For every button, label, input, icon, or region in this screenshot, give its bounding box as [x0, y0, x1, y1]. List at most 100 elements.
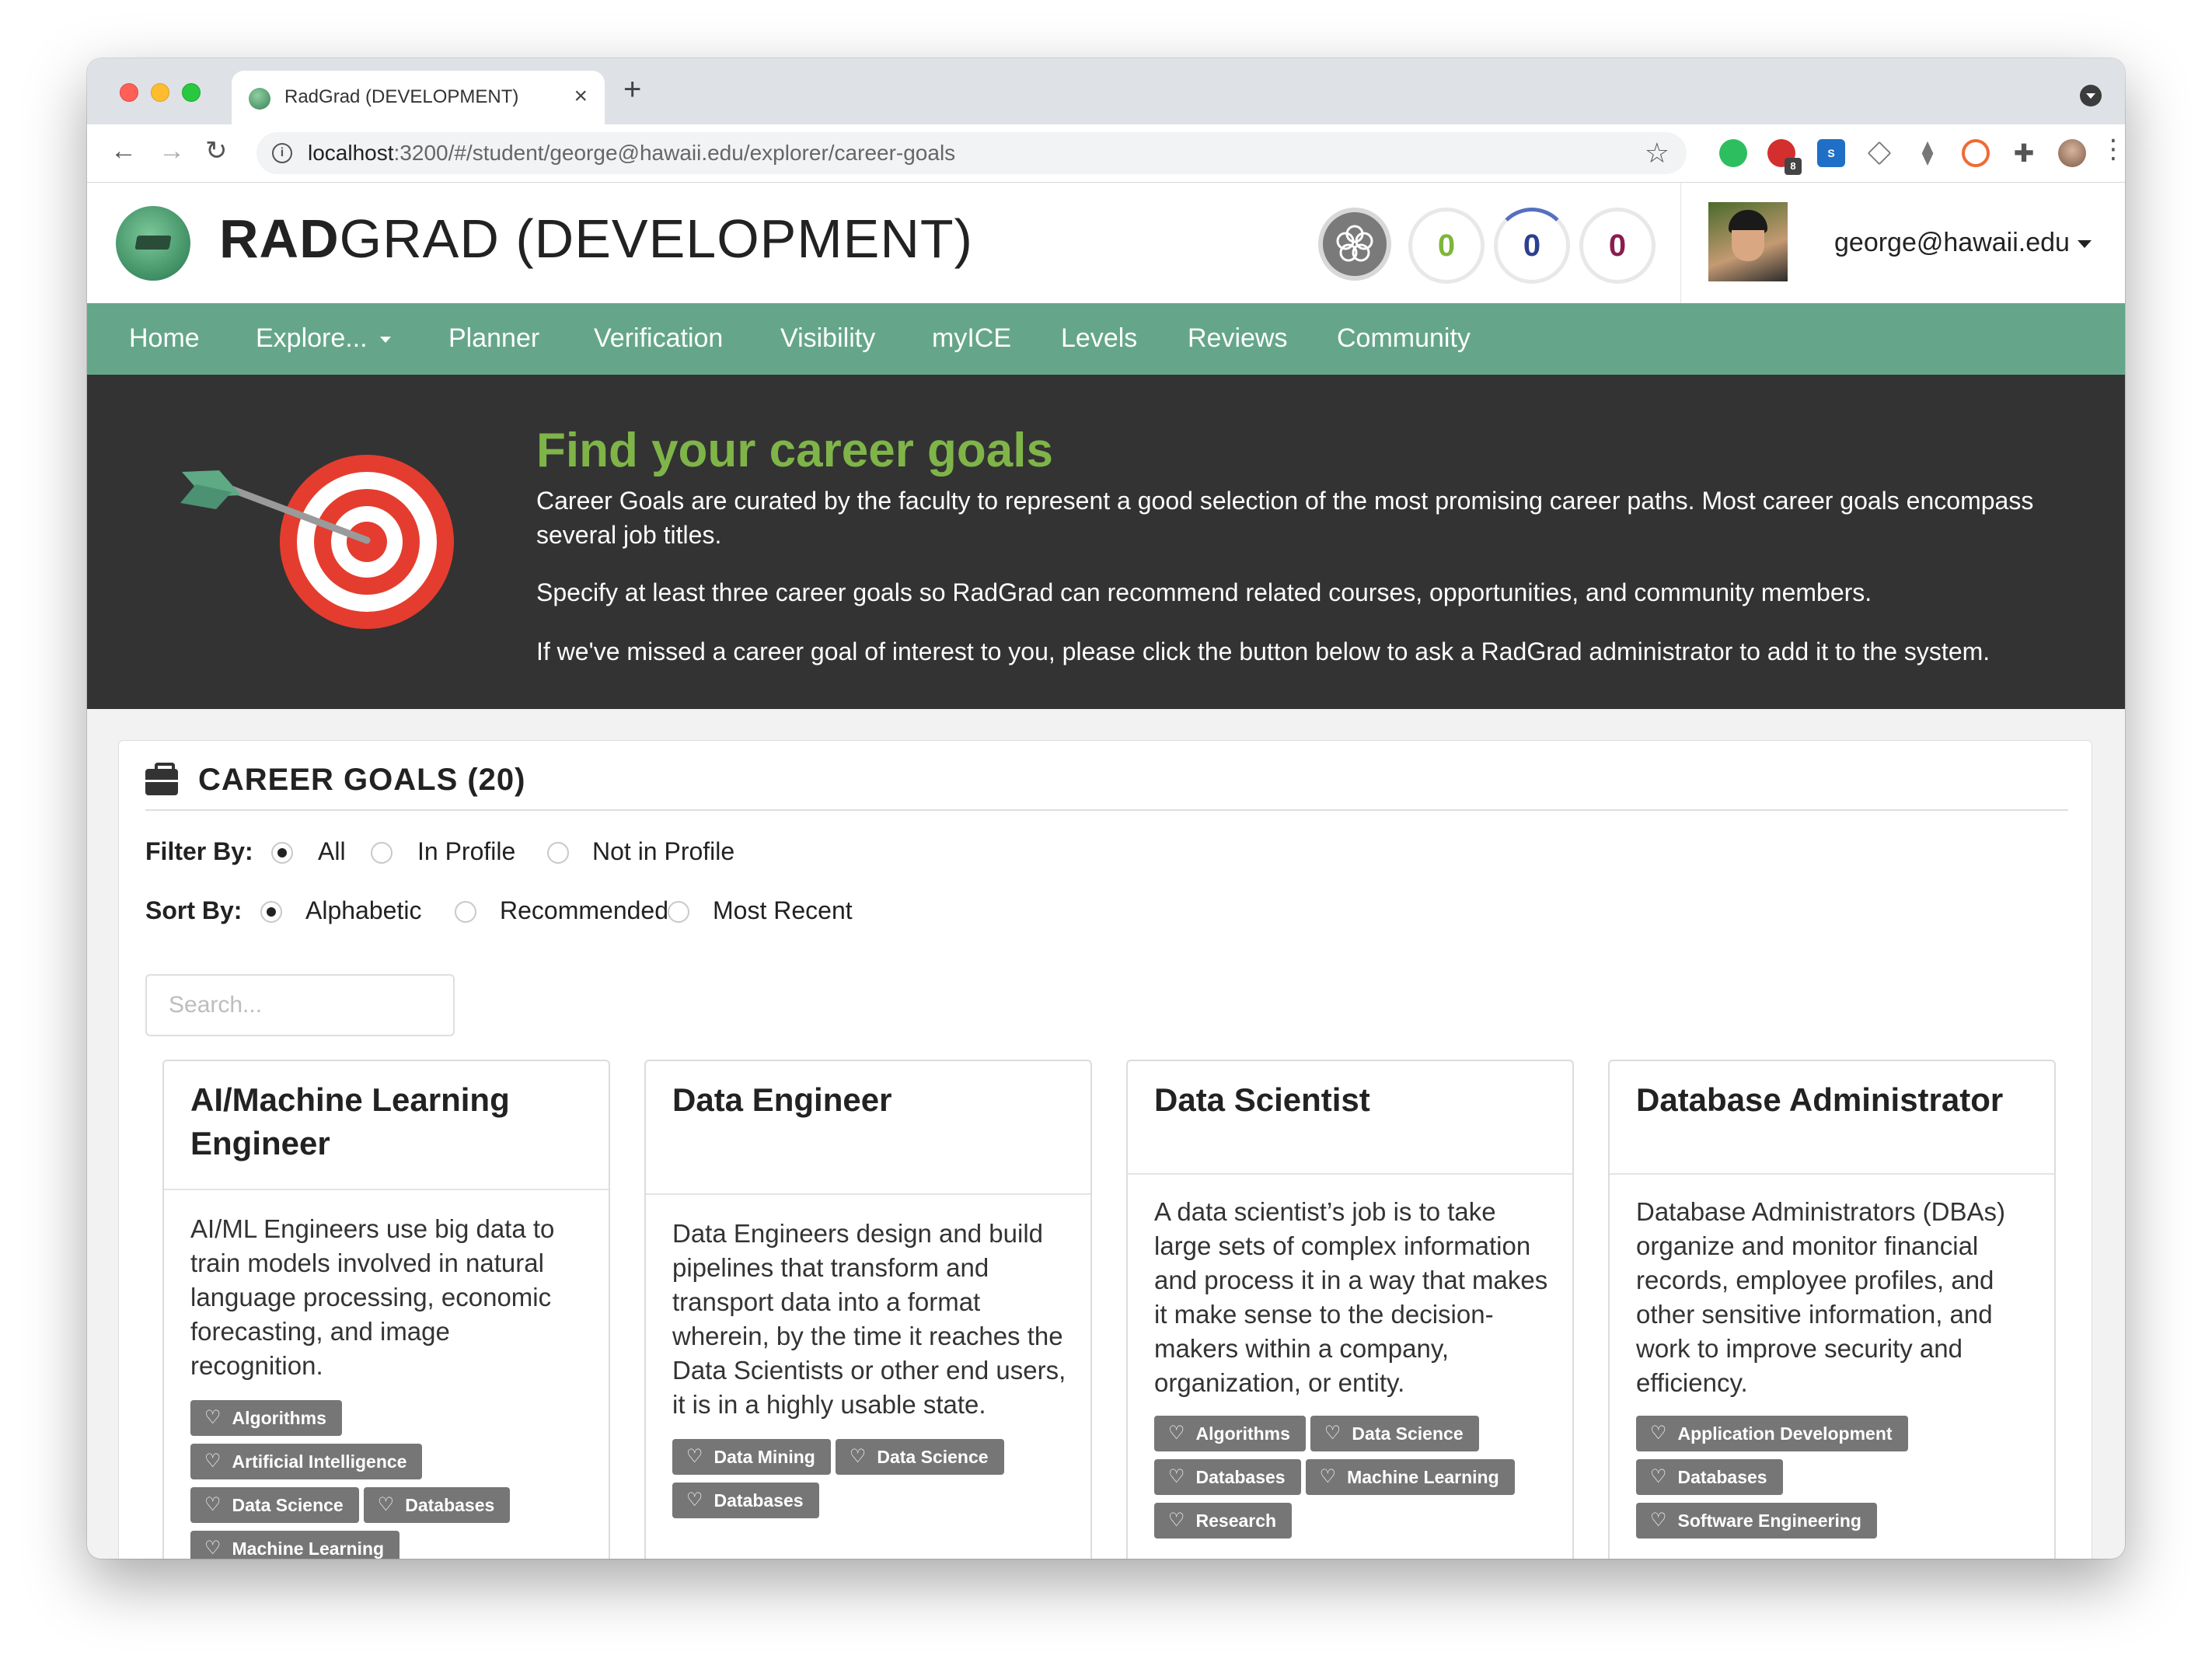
interest-tag[interactable]: ♡ Databases	[672, 1483, 819, 1518]
heart-icon: ♡	[1168, 1423, 1185, 1444]
interest-tag[interactable]: ♡ Databases	[1154, 1459, 1301, 1495]
tab-strip: RadGrad (DEVELOPMENT) × +	[87, 58, 2125, 124]
card-title[interactable]: Data Engineer	[672, 1078, 1069, 1122]
sort-alphabetic-radio[interactable]	[260, 901, 282, 923]
sort-recommended-label[interactable]: Recommended	[500, 896, 668, 925]
banner-paragraph-2: Specify at least three career goals so R…	[536, 578, 1872, 606]
nav-explore[interactable]: Explore...	[256, 323, 391, 354]
profile-avatar-icon[interactable]	[2058, 139, 2086, 167]
minimize-window-button[interactable]	[151, 83, 169, 102]
interest-tag[interactable]: ♡ Data Science	[1310, 1416, 1479, 1451]
heart-icon: ♡	[204, 1451, 222, 1472]
card-header: Database Administrator	[1610, 1061, 2054, 1175]
forward-arrow-icon[interactable]: →	[159, 135, 185, 166]
interest-tag[interactable]: ♡ Software Engineering	[1636, 1503, 1877, 1539]
nav-myice[interactable]: myICE	[932, 323, 1011, 354]
new-tab-button[interactable]: +	[623, 74, 641, 105]
user-menu-dropdown[interactable]: george@hawaii.edu	[1834, 228, 2092, 258]
main-nav: Home Explore... Planner Verification Vis…	[87, 303, 2125, 375]
nav-visibility[interactable]: Visibility	[780, 323, 875, 354]
search-input[interactable]	[145, 974, 455, 1036]
tag-label: Machine Learning	[1347, 1466, 1499, 1487]
browser-menu-icon[interactable]: ⋮	[2100, 134, 2125, 165]
career-goal-card[interactable]: Data Scientist A data scientist’s job is…	[1126, 1060, 1574, 1559]
tag-label: Algorithms	[1195, 1423, 1290, 1444]
filter-all-label[interactable]: All	[318, 837, 346, 866]
interest-tag[interactable]: ♡ Data Science	[190, 1487, 359, 1523]
site-info-icon[interactable]: i	[272, 143, 292, 163]
extension-orange-icon[interactable]	[1962, 139, 1990, 167]
tab-search-icon[interactable]	[2080, 85, 2102, 107]
interest-tag[interactable]: ♡ Algorithms	[1154, 1416, 1306, 1451]
address-bar[interactable]: i localhost:3200/#/student/george@hawaii…	[256, 132, 1687, 174]
interest-tag[interactable]: ♡ Databases	[363, 1487, 511, 1523]
nav-levels[interactable]: Levels	[1061, 323, 1137, 354]
nav-verification[interactable]: Verification	[594, 323, 723, 354]
nav-reviews[interactable]: Reviews	[1188, 323, 1287, 354]
card-header: Data Engineer	[646, 1061, 1090, 1195]
evernote-extension-icon[interactable]	[1719, 139, 1747, 167]
card-title[interactable]: Database Administrator	[1636, 1078, 2032, 1122]
caret-down-icon	[2077, 240, 2092, 249]
career-goal-card[interactable]: Data Engineer Data Engineers design and …	[644, 1060, 1092, 1559]
tag-label: Machine Learning	[232, 1538, 385, 1559]
tab-title: RadGrad (DEVELOPMENT)	[284, 86, 519, 107]
interest-tag[interactable]: ♡ Machine Learning	[190, 1531, 400, 1559]
interest-tag[interactable]: ♡ Application Development	[1636, 1416, 1908, 1451]
card-title[interactable]: AI/Machine Learning Engineer	[190, 1078, 587, 1165]
radgrad-logo-icon[interactable]	[116, 206, 190, 281]
extension-red-icon[interactable]: 8	[1767, 139, 1802, 175]
filter-by-row: Filter By: All In Profile Not in Profile	[145, 837, 845, 871]
experience-score[interactable]: 0	[1579, 208, 1656, 284]
sort-recommended-radio[interactable]	[455, 901, 476, 923]
user-email: george@hawaii.edu	[1834, 228, 2070, 257]
interest-tag[interactable]: ♡ Algorithms	[190, 1400, 342, 1436]
interest-tag[interactable]: ♡ Research	[1154, 1503, 1293, 1539]
tag-label: Software Engineering	[1677, 1510, 1861, 1531]
tag-label: Artificial Intelligence	[232, 1451, 407, 1472]
nav-community[interactable]: Community	[1337, 323, 1471, 354]
filter-not-in-profile-radio[interactable]	[547, 842, 569, 864]
dropbox-extension-icon[interactable]: ⧫	[1914, 139, 1942, 167]
career-goal-card[interactable]: Database Administrator Database Administ…	[1608, 1060, 2056, 1559]
reload-icon[interactable]: ↻	[205, 135, 228, 166]
filter-by-label: Filter By:	[145, 837, 253, 865]
extension-blue-s-icon[interactable]: S	[1817, 139, 1845, 167]
filter-all-radio[interactable]	[271, 842, 293, 864]
extensions-puzzle-icon[interactable]: ✚	[2010, 139, 2038, 167]
close-window-button[interactable]	[120, 83, 138, 102]
sort-by-label: Sort By:	[145, 896, 242, 924]
user-avatar[interactable]	[1708, 202, 1788, 281]
browser-window: RadGrad (DEVELOPMENT) × + ← → ↻ i localh…	[87, 58, 2125, 1559]
competency-score[interactable]: 0	[1494, 208, 1570, 284]
eyedropper-extension-icon[interactable]	[1867, 141, 1892, 166]
url-text[interactable]: localhost:3200/#/student/george@hawaii.e…	[308, 141, 955, 166]
back-arrow-icon[interactable]: ←	[110, 135, 137, 166]
filter-in-profile-label[interactable]: In Profile	[417, 837, 515, 866]
interest-tag[interactable]: ♡ Databases	[1636, 1459, 1783, 1495]
site-title[interactable]: RADGRAD (DEVELOPMENT)	[219, 208, 973, 270]
career-goal-card[interactable]: AI/Machine Learning Engineer AI/ML Engin…	[162, 1060, 610, 1559]
sort-most-recent-label[interactable]: Most Recent	[713, 896, 853, 925]
close-tab-icon[interactable]: ×	[574, 83, 588, 110]
card-interest-tags: ♡ Application Development ♡ Databases ♡ Sof…	[1636, 1416, 2040, 1546]
filter-in-profile-radio[interactable]	[371, 842, 393, 864]
interest-tag[interactable]: ♡ Machine Learning	[1305, 1459, 1515, 1495]
maximize-window-button[interactable]	[182, 83, 201, 102]
interest-tag[interactable]: ♡ Data Mining	[672, 1439, 831, 1475]
nav-planner[interactable]: Planner	[448, 323, 539, 354]
bookmark-star-icon[interactable]: ☆	[1645, 137, 1669, 169]
filter-not-in-profile-label[interactable]: Not in Profile	[592, 837, 734, 866]
innovation-score[interactable]: 0	[1408, 208, 1485, 284]
card-header: Data Scientist	[1128, 1061, 1572, 1175]
nav-home[interactable]: Home	[129, 323, 200, 354]
sort-alphabetic-label[interactable]: Alphabetic	[305, 896, 421, 925]
radgrad-flower-icon[interactable]	[1318, 208, 1391, 281]
interest-tag[interactable]: ♡ Artificial Intelligence	[190, 1444, 423, 1479]
tag-label: Data Mining	[713, 1446, 815, 1467]
interest-tag[interactable]: ♡ Data Science	[835, 1439, 1004, 1475]
card-title[interactable]: Data Scientist	[1154, 1078, 1551, 1122]
sort-most-recent-radio[interactable]	[668, 901, 689, 923]
card-interest-tags: ♡ Algorithms ♡ Data Science ♡ Databases ♡ Mach…	[1154, 1416, 1558, 1546]
browser-tab[interactable]: RadGrad (DEVELOPMENT) ×	[232, 71, 605, 124]
